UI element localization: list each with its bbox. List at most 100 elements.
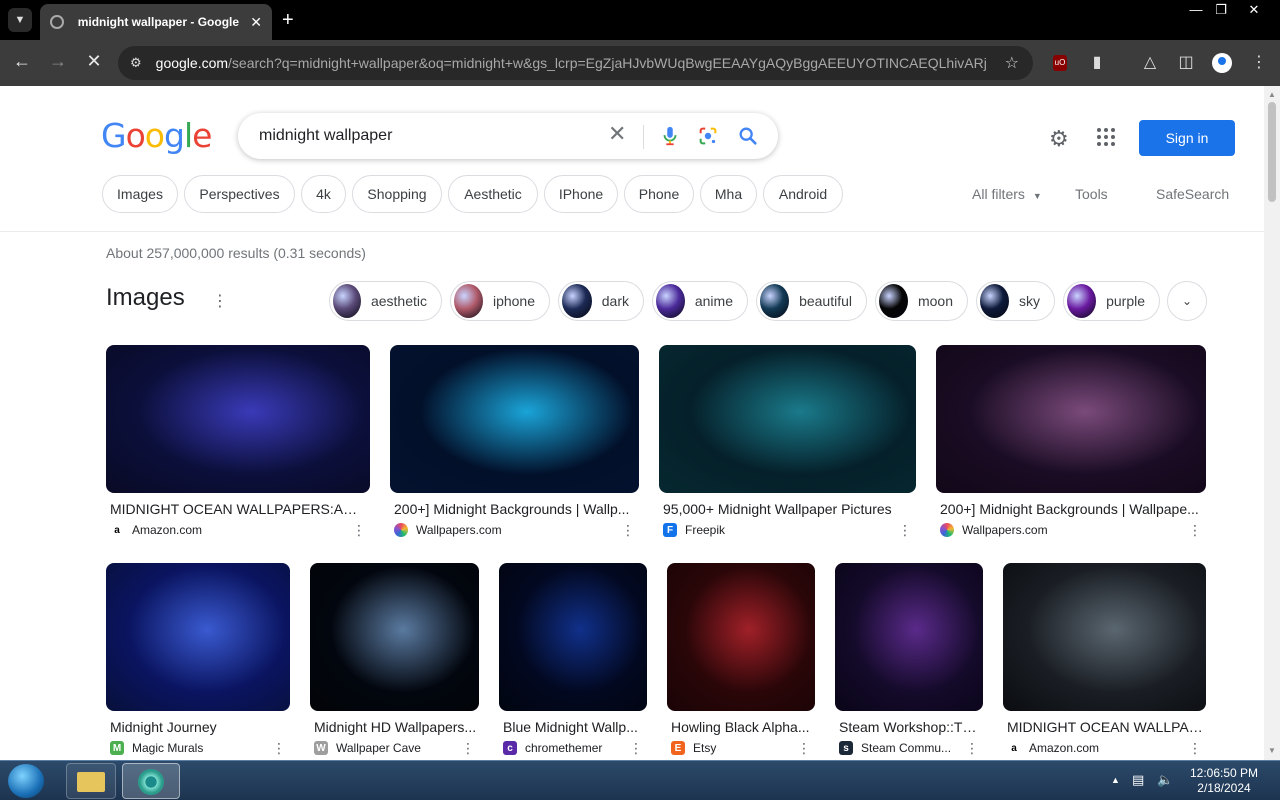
scroll-down-arrow-icon[interactable]: ▼ (1268, 746, 1276, 755)
filter-chip-mha[interactable]: Mha (700, 175, 757, 213)
safesearch-button[interactable]: SafeSearch (1156, 186, 1229, 202)
volume-muted-icon[interactable]: 🔈 (1157, 772, 1173, 788)
active-tab[interactable]: midnight wallpaper - Google S ✕ (40, 4, 272, 40)
image-result[interactable]: MIDNIGHT OCEAN WALLPAPERS:Amaz... a Amazo… (106, 345, 370, 545)
clear-search-icon[interactable]: ✕ (608, 121, 626, 147)
result-thumbnail[interactable] (835, 563, 983, 711)
network-icon[interactable]: ▤ (1132, 772, 1144, 788)
settings-gear-icon[interactable]: ⚙ (1049, 126, 1069, 152)
result-more-icon[interactable]: ⋮ (461, 740, 475, 757)
result-title[interactable]: MIDNIGHT OCEAN WALLPAPERS:Amaz... (110, 501, 368, 517)
search-box[interactable]: midnight wallpaper ✕ (238, 113, 778, 159)
refine-chip-moon[interactable]: moon (875, 281, 968, 321)
site-info-icon[interactable]: ⚙ (130, 55, 142, 71)
result-source[interactable]: M Magic Murals (110, 741, 203, 755)
page-scrollbar[interactable]: ▲ ▼ (1264, 86, 1280, 760)
window-close-button[interactable]: ✕ (1239, 2, 1269, 18)
image-result[interactable]: Blue Midnight Wallp... c chromethemer ⋮ (499, 563, 647, 760)
result-source[interactable]: a Amazon.com (110, 523, 202, 537)
tools-button[interactable]: Tools (1075, 186, 1108, 202)
file-explorer-taskbar-icon[interactable] (66, 763, 116, 799)
browser-menu-icon[interactable]: ⋮ (1248, 52, 1270, 72)
labs-flask-icon[interactable]: △ (1139, 52, 1161, 72)
result-thumbnail[interactable] (390, 345, 639, 493)
start-button[interactable] (8, 764, 44, 798)
browser-taskbar-icon[interactable] (122, 763, 180, 799)
google-logo[interactable]: Google (101, 116, 212, 155)
result-more-icon[interactable]: ⋮ (965, 740, 979, 757)
image-result[interactable]: MIDNIGHT OCEAN WALLPAP... a Amazon.com ⋮ (1003, 563, 1206, 760)
search-input[interactable]: midnight wallpaper (259, 127, 392, 145)
filter-chip-images[interactable]: Images (102, 175, 178, 213)
refine-chip-iphone[interactable]: iphone (450, 281, 550, 321)
expand-chips-chevron-icon[interactable]: ⌄ (1167, 281, 1207, 321)
result-thumbnail[interactable] (499, 563, 647, 711)
restore-button[interactable]: ❐ (1206, 2, 1236, 18)
result-title[interactable]: 200+] Midnight Backgrounds | Wallp... (394, 501, 634, 517)
google-apps-icon[interactable] (1097, 128, 1115, 146)
back-button[interactable]: ← (10, 51, 34, 72)
image-result[interactable]: Howling Black Alpha... E Etsy ⋮ (667, 563, 815, 760)
result-title[interactable]: MIDNIGHT OCEAN WALLPAP... (1007, 719, 1203, 735)
result-thumbnail[interactable] (667, 563, 815, 711)
image-result[interactable]: Midnight HD Wallpapers... W Wallpaper Cav… (310, 563, 479, 760)
result-source[interactable]: E Etsy (671, 741, 716, 755)
result-more-icon[interactable]: ⋮ (629, 740, 643, 757)
result-title[interactable]: Midnight HD Wallpapers... (314, 719, 477, 735)
result-title[interactable]: Howling Black Alpha... (671, 719, 813, 735)
filter-chip-aesthetic[interactable]: Aesthetic (448, 175, 538, 213)
ublock-extension-icon[interactable]: uO (1053, 55, 1067, 71)
result-source[interactable]: Wallpapers.com (940, 523, 1048, 537)
result-source[interactable]: W Wallpaper Cave (314, 741, 421, 755)
image-result[interactable]: 200+] Midnight Backgrounds | Wallpape...… (936, 345, 1206, 545)
refine-chip-aesthetic[interactable]: aesthetic (329, 281, 442, 321)
filter-chip-perspectives[interactable]: Perspectives (184, 175, 295, 213)
more-options-icon[interactable]: ⋮ (212, 291, 228, 311)
refine-chip-anime[interactable]: anime (652, 281, 748, 321)
forward-button[interactable]: → (46, 51, 70, 72)
result-thumbnail[interactable] (936, 345, 1206, 493)
result-more-icon[interactable]: ⋮ (898, 522, 912, 539)
result-more-icon[interactable]: ⋮ (272, 740, 286, 757)
result-thumbnail[interactable] (1003, 563, 1206, 711)
new-tab-button[interactable]: + (282, 9, 294, 32)
result-source[interactable]: a Amazon.com (1007, 741, 1099, 755)
filter-chip-android[interactable]: Android (763, 175, 843, 213)
refine-chip-sky[interactable]: sky (976, 281, 1055, 321)
result-more-icon[interactable]: ⋮ (1188, 522, 1202, 539)
microphone-icon[interactable] (659, 125, 681, 147)
scrollbar-thumb[interactable] (1268, 102, 1276, 202)
scroll-up-arrow-icon[interactable]: ▲ (1268, 90, 1276, 99)
result-title[interactable]: 95,000+ Midnight Wallpaper Pictures (663, 501, 913, 517)
result-source[interactable]: F Freepik (663, 523, 725, 537)
image-result[interactable]: Steam Workshop::Th... s Steam Commu... ⋮ (835, 563, 983, 760)
side-panel-icon[interactable]: ◫ (1175, 52, 1197, 72)
extensions-puzzle-icon[interactable]: ▮ (1086, 52, 1108, 72)
result-more-icon[interactable]: ⋮ (352, 522, 366, 539)
refine-chip-beautiful[interactable]: beautiful (756, 281, 867, 321)
address-bar[interactable]: ⚙ google.com/search?q=midnight+wallpaper… (118, 46, 1033, 80)
refine-chip-purple[interactable]: purple (1063, 281, 1160, 321)
bookmark-star-icon[interactable]: ☆ (1005, 53, 1019, 73)
result-more-icon[interactable]: ⋮ (797, 740, 811, 757)
result-source[interactable]: s Steam Commu... (839, 741, 951, 755)
image-result[interactable]: 200+] Midnight Backgrounds | Wallp... Wa… (390, 345, 639, 545)
result-thumbnail[interactable] (106, 563, 290, 711)
result-thumbnail[interactable] (310, 563, 479, 711)
result-more-icon[interactable]: ⋮ (621, 522, 635, 539)
profile-avatar-icon[interactable] (1212, 53, 1232, 73)
filter-chip-4k[interactable]: 4k (301, 175, 346, 213)
filter-chip-shopping[interactable]: Shopping (352, 175, 442, 213)
stop-loading-button[interactable]: ✕ (82, 51, 106, 72)
close-tab-icon[interactable]: ✕ (250, 14, 262, 31)
result-thumbnail[interactable] (659, 345, 916, 493)
image-result[interactable]: Midnight Journey M Magic Murals ⋮ (106, 563, 290, 760)
result-title[interactable]: Blue Midnight Wallp... (503, 719, 645, 735)
show-hidden-icons-arrow[interactable]: ▲ (1111, 775, 1120, 785)
result-source[interactable]: c chromethemer (503, 741, 602, 755)
result-title[interactable]: Steam Workshop::Th... (839, 719, 981, 735)
filter-chip-phone[interactable]: Phone (624, 175, 694, 213)
all-filters-dropdown[interactable]: All filters ▼ (972, 186, 1042, 202)
result-more-icon[interactable]: ⋮ (1188, 740, 1202, 757)
result-title[interactable]: Midnight Journey (110, 719, 288, 735)
